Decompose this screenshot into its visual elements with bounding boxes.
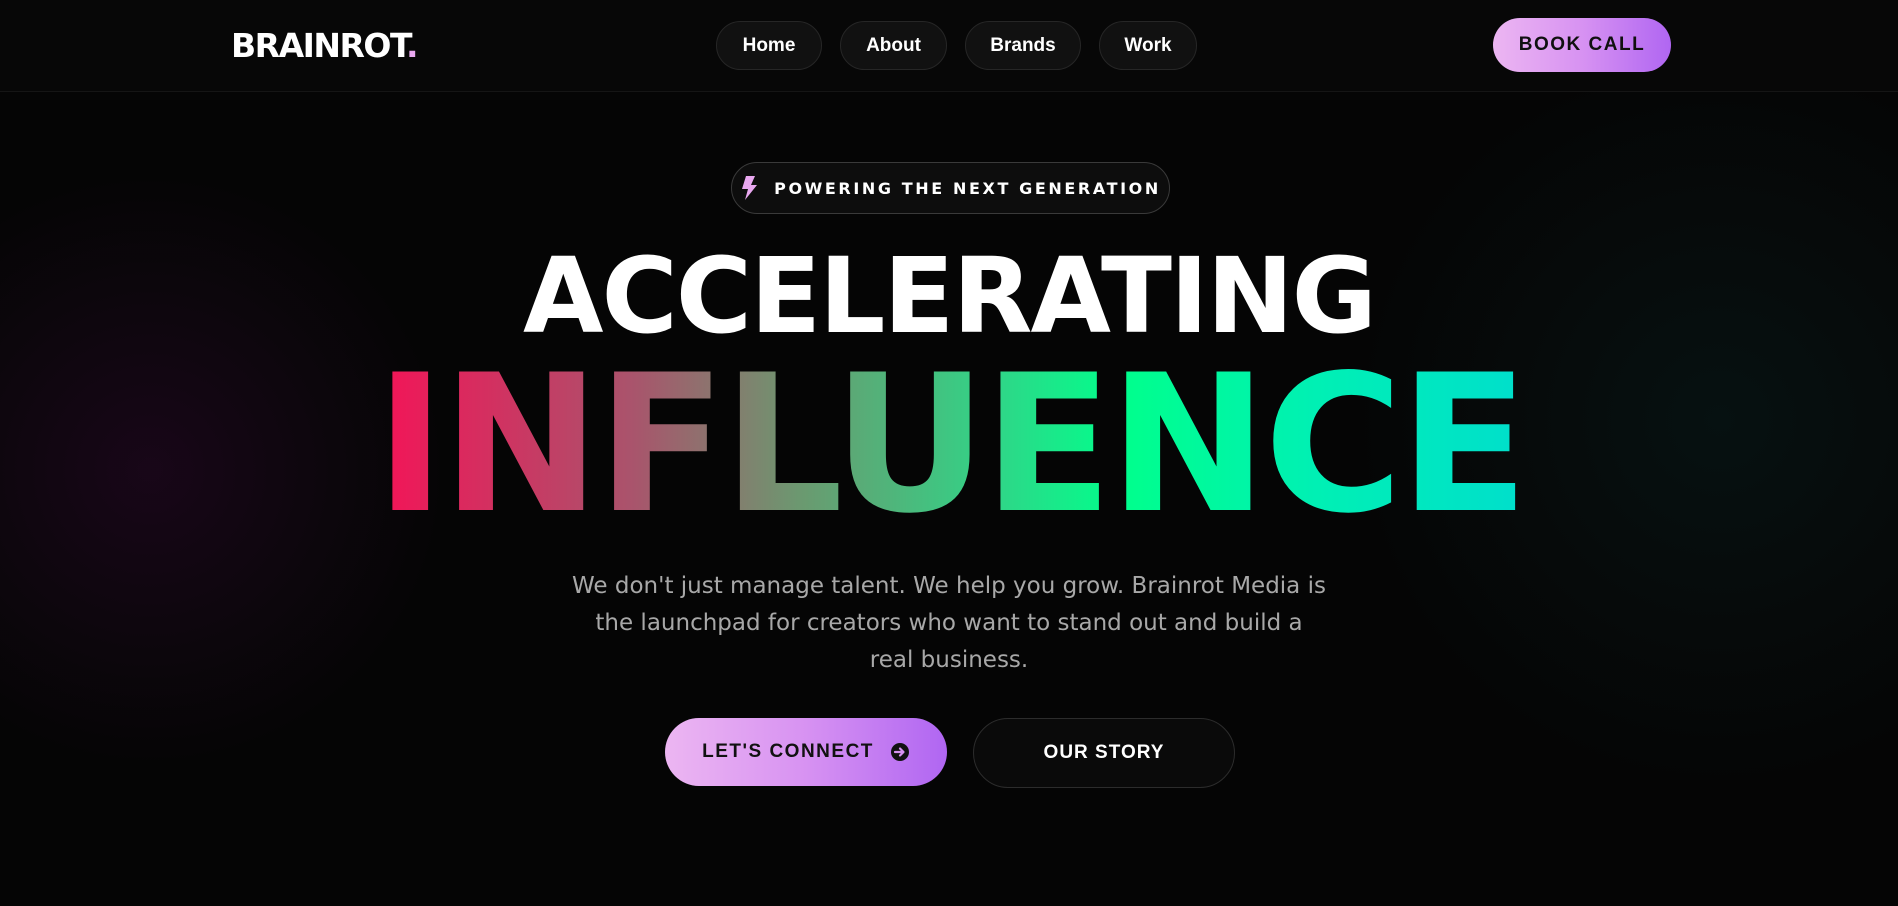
- lets-connect-label: LET'S CONNECT: [702, 741, 874, 762]
- brand-logo[interactable]: BRAINROT.: [231, 26, 419, 66]
- hero-badge: POWERING THE NEXT GENERATION: [731, 162, 1170, 214]
- brand-name: BRAINROT: [231, 26, 407, 65]
- nav-link-work[interactable]: Work: [1099, 21, 1197, 70]
- our-story-button[interactable]: OUR STORY: [973, 718, 1235, 788]
- nav-link-brands[interactable]: Brands: [965, 21, 1081, 70]
- nav-link-home[interactable]: Home: [716, 21, 822, 70]
- navbar: BRAINROT. Home About Brands Work BOOK CA…: [0, 0, 1898, 92]
- lightning-bolt-icon: [740, 175, 760, 201]
- book-call-button[interactable]: BOOK CALL: [1493, 18, 1671, 72]
- nav-link-about[interactable]: About: [840, 21, 947, 70]
- main-nav: Home About Brands Work: [716, 21, 1197, 70]
- page: BRAINROT. Home About Brands Work BOOK CA…: [0, 0, 1898, 906]
- headline-line-2: INFLUENCE: [340, 345, 1560, 545]
- badge-text: POWERING THE NEXT GENERATION: [774, 178, 1161, 198]
- hero-lead: We don't just manage talent. We help you…: [564, 568, 1334, 679]
- brand-dot: .: [405, 26, 419, 65]
- lead-line-2: the launchpad for creators who want to s…: [595, 610, 1303, 636]
- lead-line-1: We don't just manage talent. We help you…: [572, 573, 1326, 599]
- arrow-circle-right-icon: [890, 742, 910, 762]
- lead-line-3: real business.: [869, 647, 1029, 673]
- lets-connect-button[interactable]: LET'S CONNECT: [665, 718, 947, 786]
